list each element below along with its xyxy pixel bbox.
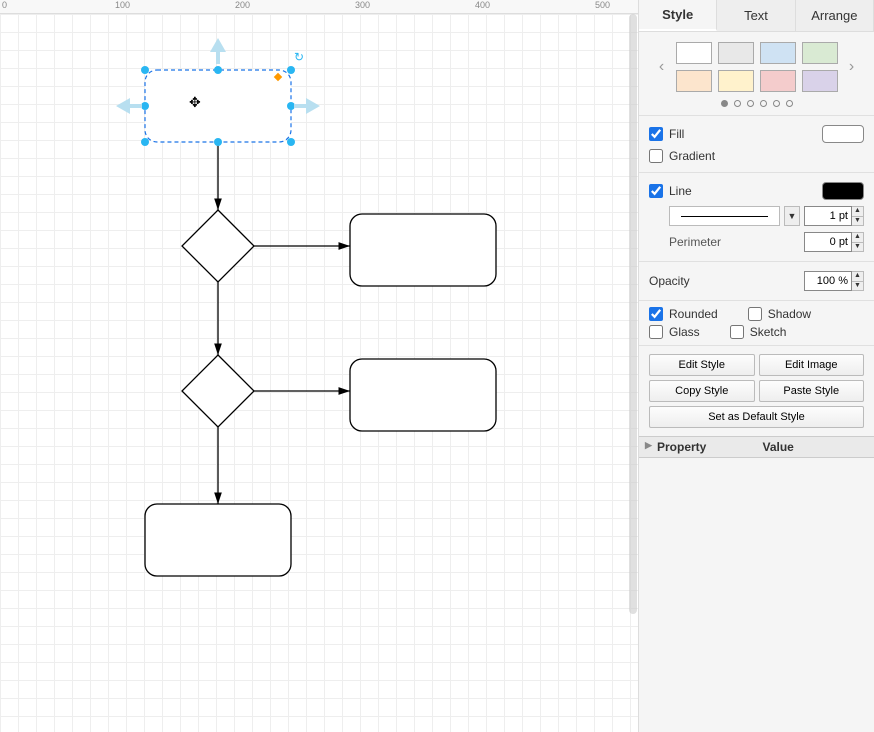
format-sidebar: Style Text Arrange ‹ › — [638, 0, 874, 732]
sketch-label: Sketch — [750, 325, 787, 339]
page-dot[interactable] — [721, 100, 728, 107]
page-dot[interactable] — [786, 100, 793, 107]
property-column-label: Property — [657, 440, 763, 454]
line-label: Line — [669, 184, 692, 198]
fill-color-swatch[interactable] — [822, 125, 864, 143]
set-default-style-button[interactable]: Set as Default Style — [649, 406, 864, 428]
ruler-tick: 300 — [355, 0, 370, 10]
canvas-area[interactable]: 0 100 200 300 400 500 — [0, 0, 638, 732]
line-style-select[interactable] — [669, 206, 780, 226]
opacity-stepper[interactable]: ▲▼ — [852, 271, 864, 291]
palette-page-dots — [639, 96, 874, 115]
value-column-label: Value — [763, 440, 869, 454]
palette-swatch[interactable] — [718, 42, 754, 64]
color-palette: ‹ › — [639, 32, 874, 96]
paste-style-button[interactable]: Paste Style — [759, 380, 865, 402]
page-dot[interactable] — [760, 100, 767, 107]
perimeter-stepper[interactable]: ▲▼ — [852, 232, 864, 252]
gradient-label: Gradient — [669, 149, 715, 163]
ruler-tick: 500 — [595, 0, 610, 10]
opacity-input[interactable] — [804, 271, 852, 291]
shadow-checkbox[interactable] — [748, 307, 762, 321]
drawing-canvas[interactable]: ↻ ✥ — [0, 14, 638, 732]
tab-text[interactable]: Text — [717, 0, 795, 31]
ruler-tick: 200 — [235, 0, 250, 10]
properties-header[interactable]: ▶ Property Value — [639, 436, 874, 458]
gradient-checkbox[interactable] — [649, 149, 663, 163]
palette-prev-icon[interactable]: ‹ — [654, 58, 670, 76]
shape-rect-1[interactable] — [350, 214, 496, 286]
shape-diamond-1[interactable] — [182, 210, 254, 282]
tab-style[interactable]: Style — [639, 0, 717, 31]
fill-label: Fill — [669, 127, 684, 141]
perimeter-label: Perimeter — [669, 235, 721, 249]
line-checkbox[interactable] — [649, 184, 663, 198]
sketch-checkbox[interactable] — [730, 325, 744, 339]
page-dot[interactable] — [734, 100, 741, 107]
line-width-input[interactable] — [804, 206, 852, 226]
opacity-label: Opacity — [649, 274, 690, 288]
ruler-tick: 100 — [115, 0, 130, 10]
line-style-dropdown-icon[interactable]: ▼ — [784, 206, 800, 226]
tab-arrange[interactable]: Arrange — [796, 0, 874, 31]
vertical-scrollbar[interactable] — [628, 14, 638, 732]
palette-swatch[interactable] — [760, 70, 796, 92]
page-dot[interactable] — [747, 100, 754, 107]
shape-rect-2[interactable] — [350, 359, 496, 431]
scrollbar-thumb[interactable] — [629, 14, 637, 614]
page-dot[interactable] — [773, 100, 780, 107]
rounded-checkbox[interactable] — [649, 307, 663, 321]
edit-style-button[interactable]: Edit Style — [649, 354, 755, 376]
perimeter-input[interactable] — [804, 232, 852, 252]
shape-rect-3[interactable] — [145, 504, 291, 576]
copy-style-button[interactable]: Copy Style — [649, 380, 755, 402]
palette-next-icon[interactable]: › — [844, 58, 860, 76]
palette-swatch[interactable] — [760, 42, 796, 64]
sidebar-tabs: Style Text Arrange — [639, 0, 874, 32]
glass-label: Glass — [669, 325, 700, 339]
palette-swatch[interactable] — [802, 70, 838, 92]
palette-swatch[interactable] — [718, 70, 754, 92]
expand-icon[interactable]: ▶ — [645, 440, 655, 454]
glass-checkbox[interactable] — [649, 325, 663, 339]
fill-checkbox[interactable] — [649, 127, 663, 141]
shadow-label: Shadow — [768, 307, 811, 321]
line-color-swatch[interactable] — [822, 182, 864, 200]
line-width-stepper[interactable]: ▲▼ — [852, 206, 864, 226]
edit-image-button[interactable]: Edit Image — [759, 354, 865, 376]
palette-swatch[interactable] — [802, 42, 838, 64]
shape-diamond-2[interactable] — [182, 355, 254, 427]
palette-swatch[interactable] — [676, 42, 712, 64]
rounded-label: Rounded — [669, 307, 718, 321]
ruler-tick: 0 — [2, 0, 7, 10]
palette-swatch[interactable] — [676, 70, 712, 92]
ruler-tick: 400 — [475, 0, 490, 10]
horizontal-ruler: 0 100 200 300 400 500 — [0, 0, 638, 14]
directional-arrows — [110, 34, 330, 174]
